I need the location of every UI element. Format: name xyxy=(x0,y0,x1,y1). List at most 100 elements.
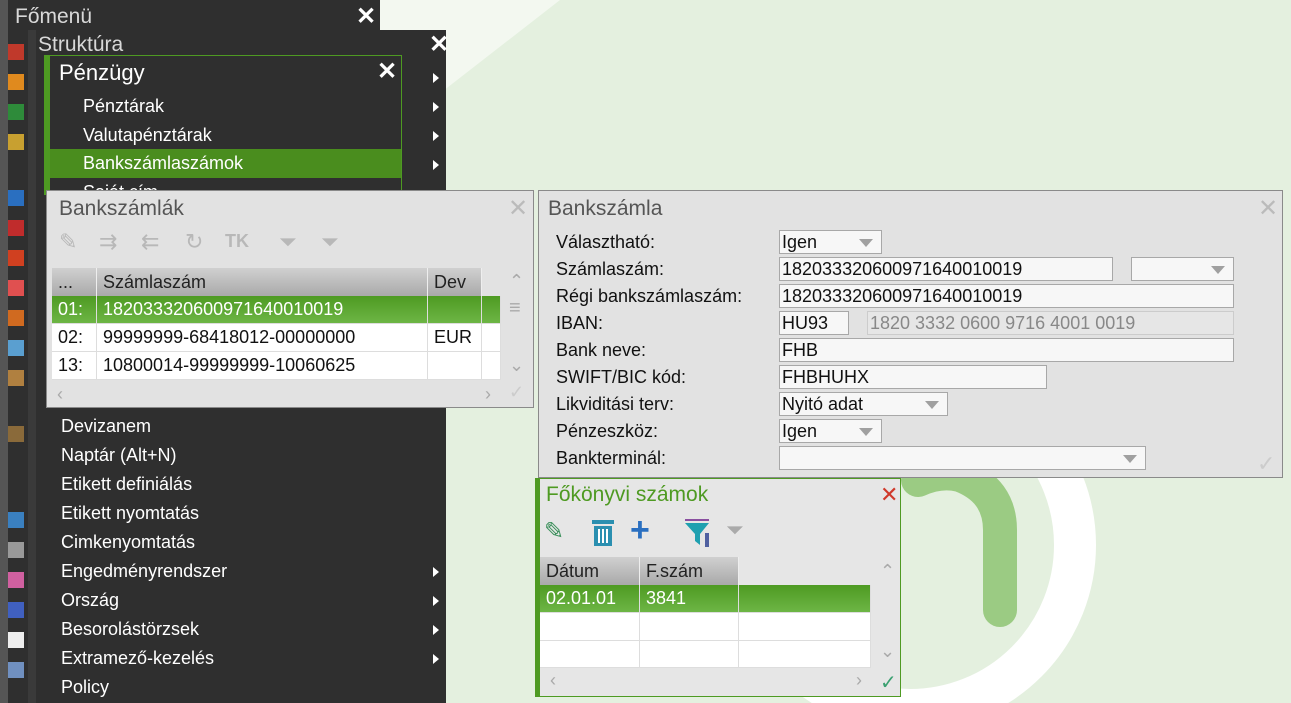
column-header-account-number[interactable]: Számlaszám xyxy=(97,268,428,296)
confirm-check-icon[interactable]: ✓ xyxy=(1257,451,1275,477)
row-currency xyxy=(428,296,482,324)
ledger-close-button[interactable]: ✕ xyxy=(880,484,898,506)
row-account-number: 10800014-99999999-10060625 xyxy=(97,352,428,380)
menu-item-orszag[interactable]: Ország xyxy=(61,586,119,615)
menu-item-extramezo-kezeles[interactable]: Extramező-kezelés xyxy=(61,644,214,673)
coins-icon[interactable] xyxy=(8,134,24,150)
bank-accounts-close-button[interactable]: ✕ xyxy=(508,197,528,221)
money-icon[interactable] xyxy=(8,104,24,120)
paper-icon[interactable] xyxy=(8,632,24,648)
edit-icon[interactable]: ✎ xyxy=(59,229,77,255)
swift-input[interactable]: FHBHUHX xyxy=(779,365,1047,389)
bank-terminal-select[interactable] xyxy=(779,446,1146,470)
delete-icon[interactable] xyxy=(588,517,618,549)
bank-name-input[interactable]: FHB xyxy=(779,338,1234,362)
row-currency xyxy=(428,352,482,380)
cash-equivalent-select[interactable]: Igen xyxy=(779,419,882,443)
edit-icon[interactable]: ✎ xyxy=(544,517,564,546)
label-old-account-number: Régi bankszámlaszám: xyxy=(556,286,743,306)
liquidity-plan-select[interactable]: Nyitó adat xyxy=(779,392,948,416)
menu-item-bankszamlaszamok[interactable]: Bankszámlaszámok xyxy=(50,149,401,178)
row-index: 13: xyxy=(52,352,97,380)
bank-accounts-window: Bankszámlák ✕ ✎ ⇉ ⇇ ↻ TK ⏷ ⏷ ... Számlas… xyxy=(46,190,534,408)
scroll-right-icon[interactable]: › xyxy=(485,384,491,405)
submenu-arrow-icon xyxy=(433,654,439,664)
scroll-down-icon[interactable]: ⌄ xyxy=(509,355,524,376)
iban-prefix-input[interactable]: HU93 xyxy=(779,311,849,335)
flask-icon[interactable] xyxy=(8,310,24,326)
scroll-up-icon[interactable]: ⌃ xyxy=(880,561,895,582)
bank-accounts-title: Bankszámlák xyxy=(59,197,184,220)
home-icon[interactable] xyxy=(8,512,24,528)
box-icon[interactable] xyxy=(8,370,24,386)
menu-item-naptar[interactable]: Naptár (Alt+N) xyxy=(61,441,177,470)
scroll-right-icon[interactable]: › xyxy=(856,670,862,691)
account-number-input[interactable]: 182033320600971640010019 xyxy=(779,257,1113,281)
submenu-arrow-icon xyxy=(433,160,439,170)
bank-account-close-button[interactable]: ✕ xyxy=(1258,197,1278,221)
confirm-check-icon[interactable]: ✓ xyxy=(880,670,897,695)
main-menu-close-button[interactable]: ✕ xyxy=(356,5,376,29)
menu-item-cimkenyomtatas[interactable]: Cimkenyomtatás xyxy=(61,528,195,557)
iban-number-field: 1820 3332 0600 9716 4001 0019 xyxy=(867,311,1234,335)
register-icon[interactable] xyxy=(8,426,24,442)
menu-item-etikett-definialas[interactable]: Etikett definiálás xyxy=(61,470,192,499)
bar-chart-icon[interactable] xyxy=(8,280,24,296)
add-icon[interactable]: + xyxy=(630,511,650,550)
screen-icon[interactable] xyxy=(8,340,24,356)
submenu-arrow-icon xyxy=(433,102,439,112)
row-extra xyxy=(482,352,501,380)
document-icon[interactable] xyxy=(8,250,24,266)
book-icon[interactable] xyxy=(8,220,24,236)
row-index: 01: xyxy=(52,296,97,324)
truck-icon[interactable] xyxy=(8,602,24,618)
submenu-arrow-icon xyxy=(433,131,439,141)
finance-close-button[interactable]: ✕ xyxy=(377,60,397,84)
structure-close-button[interactable]: ✕ xyxy=(429,33,449,57)
label-iban: IBAN: xyxy=(556,313,604,333)
column-header-ledger-number[interactable]: F.szám xyxy=(640,557,739,585)
basket-icon[interactable] xyxy=(8,44,24,60)
menu-item-penztarak[interactable]: Pénztárak xyxy=(50,92,401,121)
move-down-icon[interactable]: ⇉ xyxy=(99,229,117,255)
menu-item-valutapenztarak[interactable]: Valutapénztárak xyxy=(50,121,401,150)
column-header-date[interactable]: Dátum xyxy=(540,557,640,585)
row-account-number: 182033320600971640010019 xyxy=(97,296,428,324)
column-header-currency[interactable]: Dev xyxy=(428,268,482,296)
row-currency: EUR xyxy=(428,324,482,352)
row-ledger-number: 3841 xyxy=(640,585,739,613)
finance-window: Pénzügy ✕ Pénztárak Valutapénztárak Bank… xyxy=(44,55,402,195)
row-extra xyxy=(482,324,501,352)
scroll-handle[interactable]: ≡ xyxy=(509,297,521,320)
clear-filter-icon[interactable]: ⏷ xyxy=(726,517,744,543)
tk-icon[interactable]: TK xyxy=(225,231,249,252)
selectable-select[interactable]: Igen xyxy=(779,230,882,254)
menu-item-besorolastorzsek[interactable]: Besorolástörzsek xyxy=(61,615,199,644)
ledger-title: Főkönyvi számok xyxy=(546,483,709,506)
scroll-left-icon[interactable]: ‹ xyxy=(550,670,556,691)
filter-icon[interactable]: ⏷ xyxy=(279,229,297,255)
label-swift: SWIFT/BIC kód: xyxy=(556,367,687,387)
menu-item-etikett-nyomtatas[interactable]: Etikett nyomtatás xyxy=(61,499,199,528)
menu-item-policy[interactable]: Policy xyxy=(61,673,109,702)
column-header-index[interactable]: ... xyxy=(52,268,97,296)
tools-icon[interactable] xyxy=(8,662,24,678)
people-icon[interactable] xyxy=(8,572,24,588)
clear-filter-icon[interactable]: ⏷ xyxy=(321,229,339,255)
menu-item-devizanem[interactable]: Devizanem xyxy=(61,412,151,441)
filter-icon[interactable] xyxy=(683,517,713,549)
account-format-select[interactable] xyxy=(1131,257,1234,281)
mail-icon[interactable] xyxy=(8,542,24,558)
old-account-number-input[interactable]: 182033320600971640010019 xyxy=(779,284,1234,308)
scroll-up-icon[interactable]: ⌃ xyxy=(509,271,524,292)
refresh-icon[interactable]: ↻ xyxy=(185,229,203,255)
menu-item-engedmenyrendszer[interactable]: Engedményrendszer xyxy=(61,557,227,586)
cart-icon[interactable] xyxy=(8,74,24,90)
scroll-down-icon[interactable]: ⌄ xyxy=(880,641,895,662)
confirm-check-icon[interactable]: ✓ xyxy=(509,382,524,403)
chart-icon[interactable] xyxy=(8,190,24,206)
module-icons xyxy=(8,40,24,678)
ledger-accounts-window: Főkönyvi számok ✕ ✎ + ⏷ Dátum F.szám 02.… xyxy=(535,478,901,697)
move-up-icon[interactable]: ⇇ xyxy=(141,229,159,255)
scroll-left-icon[interactable]: ‹ xyxy=(57,384,63,405)
